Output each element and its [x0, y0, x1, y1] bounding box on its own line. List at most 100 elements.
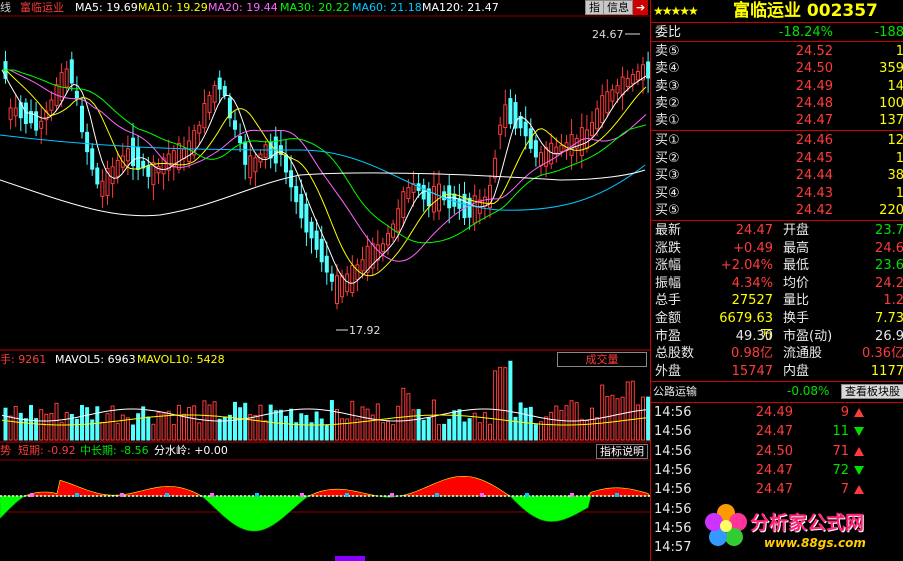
- stat-row: 金额 6679.63万 换手 7.73: [651, 310, 903, 343]
- weibi-row: 委比 -18.24% -188: [651, 24, 903, 41]
- sector-row: 公路运输 -0.08% 查看板块股: [651, 383, 903, 401]
- candle-body: [74, 90, 79, 100]
- tick-row[interactable]: 14:56 24.50 71: [651, 442, 903, 461]
- tick-volume: 9: [840, 405, 849, 420]
- volume-bar: [171, 424, 176, 441]
- volume-bar: [284, 415, 288, 441]
- indicator-name-label: 势: [0, 444, 11, 457]
- candle-body: [559, 144, 564, 152]
- candle-body: [386, 232, 390, 246]
- candle-body: [579, 127, 584, 157]
- stock-name-label: 富临运业: [20, 1, 64, 14]
- volume-bar: [610, 394, 615, 441]
- ma20-line: [2, 69, 647, 262]
- stat-value: 27527: [731, 293, 773, 309]
- candle-body: [69, 59, 74, 84]
- stat-label: 市盈(动): [783, 328, 833, 344]
- tick-time: 14:56: [654, 405, 692, 420]
- tick-row[interactable]: 14:56 24.47 72: [651, 461, 903, 480]
- bid-volume: 1: [895, 150, 903, 166]
- ask-price: 24.48: [795, 95, 833, 111]
- mavol10-label: MAVOL10: 5428: [137, 353, 225, 366]
- candle-body: [340, 275, 345, 298]
- volume-bar: [8, 415, 13, 441]
- volume-bar: [329, 400, 334, 441]
- quote-title-row: ★★★★★ 富临运业 002357: [651, 1, 903, 21]
- tick-time: 14:56: [654, 501, 692, 517]
- volume-bar: [340, 418, 345, 441]
- bid-level-row: 买③ 24.44 38: [651, 167, 903, 184]
- candle-body: [289, 170, 294, 188]
- candle-body: [508, 98, 513, 125]
- tick-row[interactable]: 14:56 24.47 11: [651, 422, 903, 441]
- ask-level-row: 卖① 24.47 137: [651, 112, 903, 129]
- volume-bar: [182, 413, 186, 441]
- bid-level-label: 买④: [655, 185, 680, 201]
- signal-marker: [30, 493, 34, 497]
- tick-row[interactable]: 14:56 24.49 9: [651, 403, 903, 422]
- candle-body: [324, 255, 329, 273]
- candle-body: [319, 238, 324, 263]
- volume-bar: [90, 419, 95, 441]
- ask-price: 24.47: [795, 113, 833, 129]
- candle-body: [498, 124, 503, 135]
- site-watermark: 分析家公式网 www.88gs.com: [698, 496, 903, 561]
- volume-bar: [115, 422, 120, 441]
- candle-body: [49, 99, 54, 111]
- candle-body: [335, 275, 339, 305]
- candle-body: [396, 208, 401, 232]
- watermark-title: 分析家公式网: [750, 512, 865, 534]
- view-sector-stocks-button[interactable]: 查看板块股: [841, 384, 903, 399]
- volume-bar: [350, 400, 355, 441]
- bid-price: 24.45: [795, 150, 833, 166]
- signal-marker: [120, 493, 124, 497]
- signal-marker: [615, 493, 619, 497]
- indicator-help-button[interactable]: 指标说明: [596, 444, 648, 459]
- candle-body: [90, 148, 95, 170]
- stat-row: 涨跌 +0.49 最高 24.6: [651, 240, 903, 257]
- stat-label: 均价: [783, 275, 810, 291]
- signal-marker: [210, 493, 214, 497]
- volume-bar: [595, 417, 600, 441]
- ask-volume: 137: [879, 113, 903, 129]
- candle-body: [80, 105, 84, 133]
- volume-bar: [151, 423, 156, 441]
- volume-bar: [64, 412, 69, 441]
- tick-time: 14:56: [654, 424, 692, 440]
- volume-bar: [375, 403, 380, 441]
- volume-bar: [365, 408, 370, 441]
- volume-bar: [584, 420, 589, 441]
- divider: [651, 130, 903, 131]
- volume-bar: [437, 424, 441, 441]
- volume-bar: [518, 402, 523, 441]
- info-button[interactable]: 信息: [603, 0, 633, 15]
- volume-bar: [253, 414, 258, 441]
- weibi-label: 委比: [655, 25, 682, 40]
- arrow-right-icon[interactable]: ➔: [633, 0, 649, 15]
- volume-indicator-select[interactable]: 成交量: [557, 352, 647, 367]
- signal-marker: [390, 493, 394, 497]
- mid-term-area: [0, 495, 650, 532]
- high-price-label: 24.67: [592, 28, 624, 41]
- chart-area[interactable]: 线 富临运业 MA5: 19.69 MA10: 19.29 MA20: 19.4…: [0, 0, 650, 561]
- bid-price: 24.42: [795, 203, 833, 218]
- stat-row: 外盘 15747 内盘 1177: [651, 363, 903, 380]
- candle-body: [493, 157, 498, 179]
- candle-body: [309, 221, 314, 239]
- stat-value: 23.7: [875, 223, 903, 238]
- volume-bar: [161, 413, 166, 441]
- bid-price: 24.44: [795, 168, 833, 183]
- kline-chart-canvas[interactable]: [0, 0, 650, 561]
- candle-body: [212, 84, 217, 103]
- bid-volume: 220: [879, 203, 903, 218]
- arrow-up-icon: [854, 485, 864, 495]
- candle-body: [590, 122, 594, 136]
- volume-bar: [431, 399, 436, 441]
- bid-level-label: 买③: [655, 168, 680, 183]
- volume-bar: [263, 420, 268, 441]
- volume-bar: [29, 404, 33, 441]
- indicator-toggle-button[interactable]: 指: [585, 0, 604, 15]
- ask-level-label: 卖①: [655, 113, 680, 129]
- volume-bar: [294, 422, 299, 441]
- candle-body: [620, 76, 625, 96]
